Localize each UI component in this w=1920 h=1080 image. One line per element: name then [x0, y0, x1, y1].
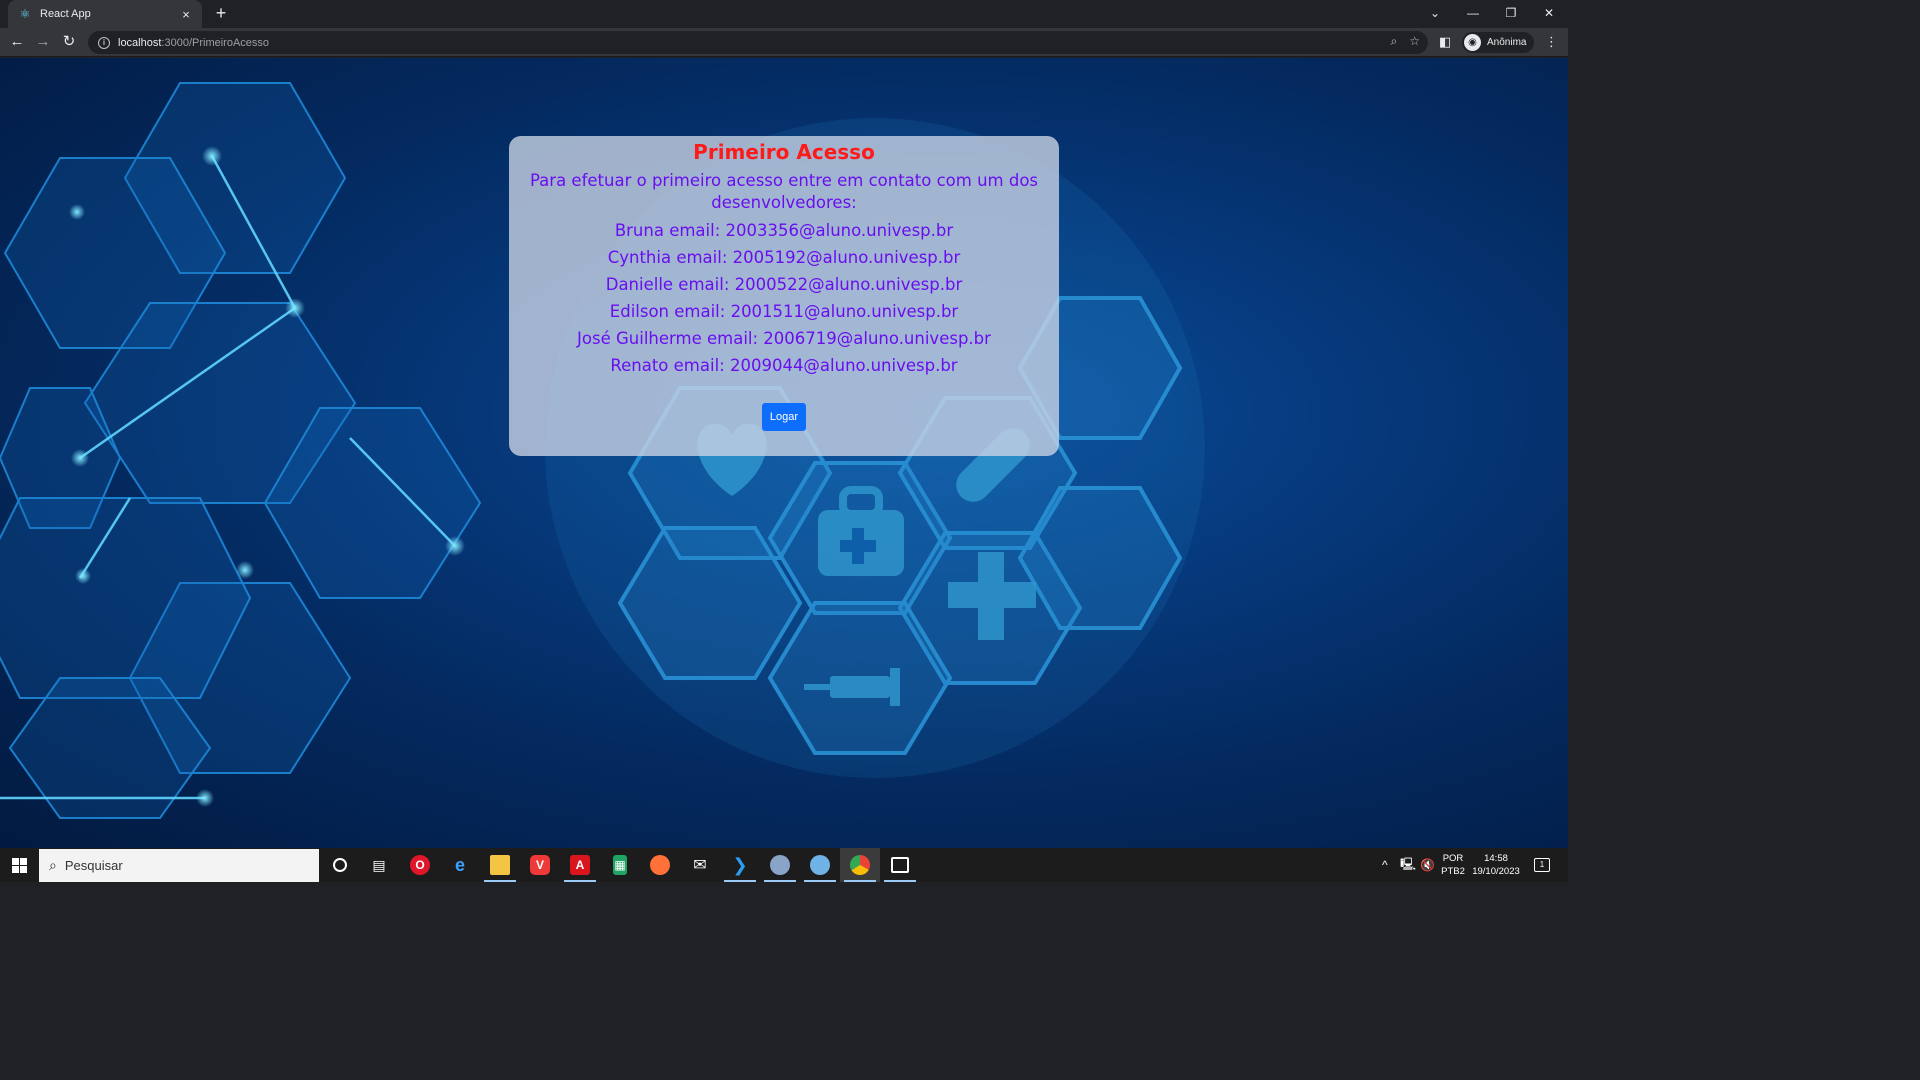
file-explorer-icon[interactable]	[480, 848, 520, 882]
first-access-card: Primeiro Acesso Para efetuar o primeiro …	[509, 136, 1059, 456]
clock[interactable]: 14:58 19/10/2023	[1470, 852, 1522, 878]
contact-item-edilson: Edilson email: 2001511@aluno.univesp.br	[609, 302, 959, 321]
contact-item-renato: Renato email: 2009044@aluno.univesp.br	[610, 356, 958, 375]
incognito-icon: ◉	[1464, 34, 1481, 51]
incognito-profile-button[interactable]: ◉ Anônima	[1462, 32, 1535, 53]
site-info-icon[interactable]: i	[98, 36, 110, 49]
developer-contact-list: Bruna email: 2003356@aluno.univesp.br Cy…	[509, 217, 1059, 379]
contact-item-bruna: Bruna email: 2003356@aluno.univesp.br	[614, 221, 954, 240]
taskbar-search-input[interactable]: ⌕ Pesquisar	[39, 849, 319, 882]
address-bar[interactable]: i localhost:3000/PrimeiroAcesso ⌕ ☆	[88, 31, 1428, 54]
windows-start-icon[interactable]	[0, 848, 38, 882]
contact-item-jose-guilherme: José Guilherme email: 2006719@aluno.univ…	[577, 329, 991, 348]
browser-toolbar: ← → ↻ i localhost:3000/PrimeiroAcesso ⌕ …	[0, 28, 1568, 57]
firefox-icon[interactable]	[640, 848, 680, 882]
new-tab-button[interactable]: +	[210, 2, 232, 24]
network-icon[interactable]: 🖳	[1400, 848, 1416, 882]
minimize-icon[interactable]: —	[1454, 0, 1492, 28]
side-panel-icon[interactable]: ◧	[1439, 31, 1451, 53]
react-favicon-icon: ⚛	[19, 7, 31, 21]
acrobat-icon[interactable]: A	[560, 848, 600, 882]
close-window-icon[interactable]: ✕	[1530, 0, 1568, 28]
login-button[interactable]: Logar	[761, 403, 807, 431]
volume-muted-icon[interactable]: 🔇	[1420, 848, 1435, 882]
photos-icon[interactable]	[880, 848, 920, 882]
tab-title: React App	[40, 8, 91, 20]
page-title: Primeiro Acesso	[693, 140, 875, 164]
windows-taskbar: ⌕ Pesquisar ▤ O e V A ▦ ✉ ❯ ^ 🖳 🔇 POR PT…	[0, 848, 1568, 882]
menu-icon[interactable]: ⋮	[1545, 31, 1558, 53]
intro-text: Para efetuar o primeiro acesso entre em …	[529, 171, 1039, 212]
browser-tab-strip: ⚛ React App × + ⌄ — ❐ ✕	[0, 0, 1568, 28]
url-host: localhost	[118, 36, 162, 49]
contact-item-danielle: Danielle email: 2000522@aluno.univesp.br	[605, 275, 963, 294]
forward-icon[interactable]: →	[32, 31, 54, 53]
chrome-icon[interactable]	[840, 848, 880, 882]
vivaldi-icon[interactable]: V	[520, 848, 560, 882]
tray-overflow-icon[interactable]: ^	[1382, 848, 1388, 882]
contact-item-cynthia: Cynthia email: 2005192@aluno.univesp.br	[607, 248, 961, 267]
tab-search-icon[interactable]: ⌄	[1416, 0, 1454, 28]
sheets-icon[interactable]: ▦	[600, 848, 640, 882]
notification-center-icon[interactable]: 1	[1534, 848, 1550, 882]
cortana-icon[interactable]	[320, 848, 360, 882]
notification-count: 1	[1534, 858, 1550, 872]
page-viewport: Primeiro Acesso Para efetuar o primeiro …	[0, 58, 1568, 848]
language-code: POR	[1442, 853, 1464, 864]
app-icon-1[interactable]	[760, 848, 800, 882]
reload-icon[interactable]: ↻	[58, 31, 80, 53]
language-indicator[interactable]: POR PTB2	[1438, 852, 1468, 878]
opera-icon[interactable]: O	[400, 848, 440, 882]
browser-tab[interactable]: ⚛ React App ×	[8, 0, 202, 28]
mail-icon[interactable]: ✉	[680, 848, 720, 882]
url-path: :3000/PrimeiroAcesso	[161, 36, 270, 49]
edge-icon[interactable]: e	[440, 848, 480, 882]
bookmark-star-icon[interactable]: ☆	[1409, 34, 1420, 49]
clock-date: 19/10/2023	[1472, 866, 1520, 877]
search-icon: ⌕	[49, 857, 57, 873]
back-icon[interactable]: ←	[6, 31, 28, 53]
zoom-icon[interactable]: ⌕	[1391, 34, 1398, 49]
tab-close-icon[interactable]: ×	[178, 7, 194, 22]
search-placeholder: Pesquisar	[64, 858, 123, 873]
vscode-icon[interactable]: ❯	[720, 848, 760, 882]
clock-time: 14:58	[1484, 853, 1508, 864]
app-icon-2[interactable]	[800, 848, 840, 882]
task-view-icon[interactable]: ▤	[359, 848, 399, 882]
profile-label: Anônima	[1487, 37, 1527, 48]
restore-icon[interactable]: ❐	[1492, 0, 1530, 28]
keyboard-layout: PTB2	[1441, 866, 1465, 877]
